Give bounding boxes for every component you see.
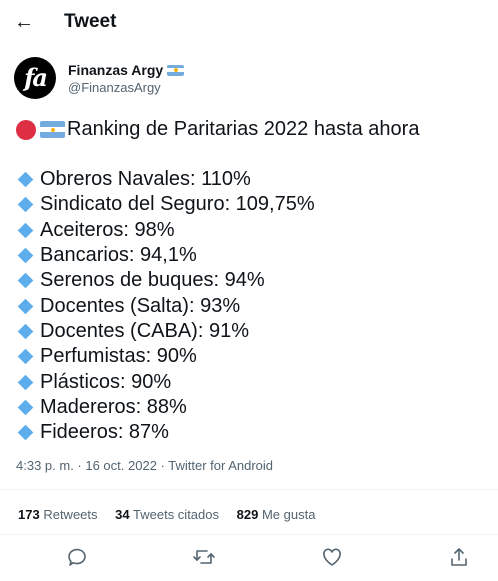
share-icon [451,548,467,566]
retweets-label: Retweets [43,507,98,522]
arrow-left-icon: ← [14,11,34,33]
list-item: Bancarios: 94,1% [16,243,419,268]
divider [0,534,498,535]
tweet-headline: Ranking de Paritarias 2022 hasta ahora [16,117,419,142]
action-bar [0,545,498,571]
blue-diamond-icon [17,399,34,416]
blue-diamond-icon [17,323,34,340]
argentina-flag-icon [167,64,185,76]
retweets-count: 173 [18,507,40,522]
list-item-text: Sindicato del Seguro: 109,75% [40,193,315,216]
list-item-text: Aceiteros: 98% [40,218,175,241]
quotes-stat[interactable]: 34 Tweets citados [115,507,219,522]
likes-count: 829 [236,507,259,522]
share-button[interactable] [447,545,471,569]
list-item-text: Plásticos: 90% [40,370,172,393]
headline-text: Ranking de Paritarias 2022 hasta ahora [67,118,420,140]
blue-diamond-icon [17,424,34,441]
blue-diamond-icon [17,247,34,264]
like-button[interactable] [320,545,344,569]
list-item: Perfumistas: 90% [16,344,419,369]
list-item-text: Bancarios: 94,1% [40,244,197,267]
tweet-stats: 173 Retweets 34 Tweets citados 829 Me gu… [18,507,329,522]
list-item: Madereros: 88% [16,395,419,420]
retweets-stat[interactable]: 173 Retweets [18,507,98,522]
list-item-text: Fideeros: 87% [40,421,169,444]
author-name-text: Finanzas Argy [68,62,164,78]
author-name[interactable]: Finanzas Argy [68,62,185,78]
tweet-timestamp[interactable]: 4:33 p. m. · 16 oct. 2022 · Twitter for … [16,458,273,473]
back-button[interactable]: ← [12,8,36,36]
retweet-button[interactable] [192,545,216,569]
list-item-text: Serenos de buques: 94% [40,269,265,292]
list-item: Serenos de buques: 94% [16,268,419,293]
divider [0,489,498,490]
quotes-count: 34 [115,507,130,522]
list-item: Aceiteros: 98% [16,218,419,243]
list-item-text: Docentes (CABA): 91% [40,319,249,342]
likes-stat[interactable]: 829 Me gusta [237,507,316,522]
blue-diamond-icon [17,298,34,314]
list-item: Docentes (CABA): 91% [16,319,419,344]
page-title: Tweet [64,11,117,32]
blue-diamond-icon [17,222,34,239]
author-handle[interactable]: @FinanzasArgy [68,80,161,95]
list-item-text: Madereros: 88% [40,395,187,418]
list-item-text: Obreros Navales: 110% [40,168,251,191]
heart-icon [323,548,341,566]
tweet-text: Ranking de Paritarias 2022 hasta ahora O… [16,117,419,445]
avatar[interactable]: fa [14,57,56,99]
top-bar: ← Tweet [0,0,498,46]
blue-diamond-icon [17,171,34,188]
blue-diamond-icon [17,374,34,390]
reply-icon [68,548,86,566]
list-item-text: Perfumistas: 90% [40,345,197,368]
list-item: Obreros Navales: 110% [16,167,419,192]
blue-diamond-icon [17,197,34,213]
list-item-text: Docentes (Salta): 93% [40,294,241,317]
list-item: Fideeros: 87% [16,420,419,445]
quotes-label: Tweets citados [133,507,220,522]
argentina-flag-icon [40,121,65,138]
red-circle-icon [16,119,36,140]
reply-button[interactable] [65,545,89,569]
blue-diamond-icon [17,273,34,289]
likes-label: Me gusta [261,507,316,522]
list-item: Sindicato del Seguro: 109,75% [16,192,419,217]
ranking-list: Obreros Navales: 110% Sindicato del Segu… [16,167,419,445]
retweet-icon [193,550,215,564]
list-item: Plásticos: 90% [16,369,419,394]
list-item: Docentes (Salta): 93% [16,293,419,318]
blue-diamond-icon [17,348,34,365]
